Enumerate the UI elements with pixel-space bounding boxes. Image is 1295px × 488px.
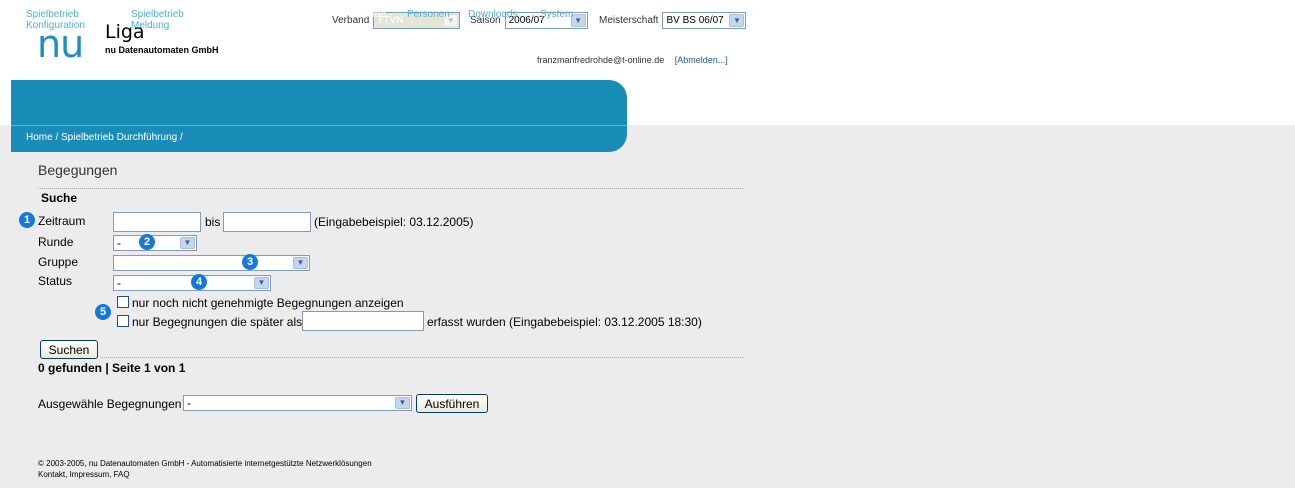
logout-link[interactable]: [Abmelden...] xyxy=(675,55,728,65)
meisterschaft-label: Meisterschaft xyxy=(599,14,659,26)
select-value: - xyxy=(117,276,121,290)
badge-1: 1 xyxy=(19,212,35,228)
logo-nu: nu xyxy=(37,22,84,66)
search-section-title: Suche xyxy=(41,191,78,205)
nav-label: Meldung xyxy=(131,20,170,31)
footer: © 2003-2005, nu Datenautomaten GmbH - Au… xyxy=(38,458,372,480)
nav-label: Spielbetrieb xyxy=(270,9,323,20)
nav-system[interactable]: System xyxy=(540,9,573,20)
bulk-action-select[interactable]: - ▼ xyxy=(183,395,412,411)
not-approved-label: nur noch nicht genehmigte Begegnungen an… xyxy=(132,296,404,310)
breadcrumb: Home / Spielbetrieb Durchführung / xyxy=(26,132,183,143)
nav-label: Durchführung xyxy=(270,20,331,31)
divider xyxy=(100,357,743,358)
nav-personen[interactable]: Personen xyxy=(407,9,450,20)
result-summary: 0 gefunden | Seite 1 von 1 xyxy=(38,361,186,375)
chevron-down-icon: ▼ xyxy=(729,13,745,27)
nav-label: Spielbetrieb xyxy=(26,9,79,20)
nav-spielbetrieb-konfiguration[interactable]: Spielbetrieb Konfiguration xyxy=(26,9,85,31)
nav-label: Personen xyxy=(407,9,450,20)
gruppe-label: Gruppe xyxy=(38,255,79,269)
nav-divider xyxy=(11,125,627,126)
later-than-label: nur Begegnungen die später als xyxy=(132,315,303,329)
bis-label: bis xyxy=(205,215,221,229)
nav-label: System xyxy=(540,9,574,20)
zeitraum-to-input[interactable] xyxy=(223,212,311,232)
chevron-down-icon: ▼ xyxy=(395,397,410,409)
status-label: Status xyxy=(38,274,73,288)
runde-label: Runde xyxy=(38,235,74,249)
gruppe-select[interactable]: ▼ xyxy=(113,255,310,271)
later-than-checkbox[interactable] xyxy=(117,315,129,327)
nav-downloads[interactable]: Downloads xyxy=(468,9,517,20)
select-value: - xyxy=(117,236,121,250)
meisterschaft-group: Meisterschaft BV BS 06/07 ▼ xyxy=(599,11,747,29)
meisterschaft-select[interactable]: BV BS 06/07 ▼ xyxy=(662,11,747,29)
chevron-down-icon: ▼ xyxy=(254,277,269,289)
nav-vereine[interactable]: Vereine xyxy=(352,9,386,20)
nav-label: Vereine xyxy=(352,9,386,20)
chevron-down-icon: ▼ xyxy=(180,237,195,249)
nav-label: Vorbereitung xyxy=(193,20,250,31)
zeitraum-hint: (Eingabebeispiel: 03.12.2005) xyxy=(314,215,474,229)
logo-subtitle: nu Datenautomaten GmbH xyxy=(105,45,219,55)
divider xyxy=(38,188,743,189)
page-title: Begegungen xyxy=(38,162,118,178)
later-than-input[interactable] xyxy=(302,311,424,331)
runde-select[interactable]: - ▼ xyxy=(113,235,197,251)
user-line: franzmanfredrohde@t-online.de [Abmelden.… xyxy=(537,55,728,65)
nav-spielbetrieb-meldung[interactable]: Spielbetrieb Meldung xyxy=(131,9,184,31)
select-value: - xyxy=(187,396,191,410)
search-button[interactable]: Suchen xyxy=(40,340,98,359)
nav-spielbetrieb-vorbereitung[interactable]: Spielbetrieb Vorbereitung xyxy=(193,9,250,31)
nav-label: Spielbetrieb xyxy=(193,9,246,20)
footer-links[interactable]: Kontakt, Impressum, FAQ xyxy=(38,469,372,480)
nav-label: Spielbetrieb xyxy=(131,9,184,20)
zeitraum-label: Zeitraum xyxy=(38,214,86,228)
nav-label: Konfiguration xyxy=(26,20,85,31)
user-email: franzmanfredrohde@t-online.de xyxy=(537,55,665,65)
badge-5: 5 xyxy=(95,304,111,320)
nav-spielbetrieb-durchfuehrung[interactable]: Spielbetrieb Durchführung xyxy=(270,9,331,31)
badge-2: 2 xyxy=(139,234,155,250)
badge-3: 3 xyxy=(242,254,258,270)
nav-label: Downloads xyxy=(468,9,518,20)
execute-button[interactable]: Ausführen xyxy=(416,394,488,413)
not-approved-checkbox[interactable] xyxy=(117,296,129,308)
bulk-label: Ausgewähle Begegnungen xyxy=(38,397,182,411)
later-than-hint: erfasst wurden (Eingabebeispiel: 03.12.2… xyxy=(427,315,702,329)
chevron-down-icon: ▼ xyxy=(293,257,308,269)
copyright: © 2003-2005, nu Datenautomaten GmbH - Au… xyxy=(38,459,372,468)
zeitraum-from-input[interactable] xyxy=(113,212,201,232)
badge-4: 4 xyxy=(191,274,207,290)
